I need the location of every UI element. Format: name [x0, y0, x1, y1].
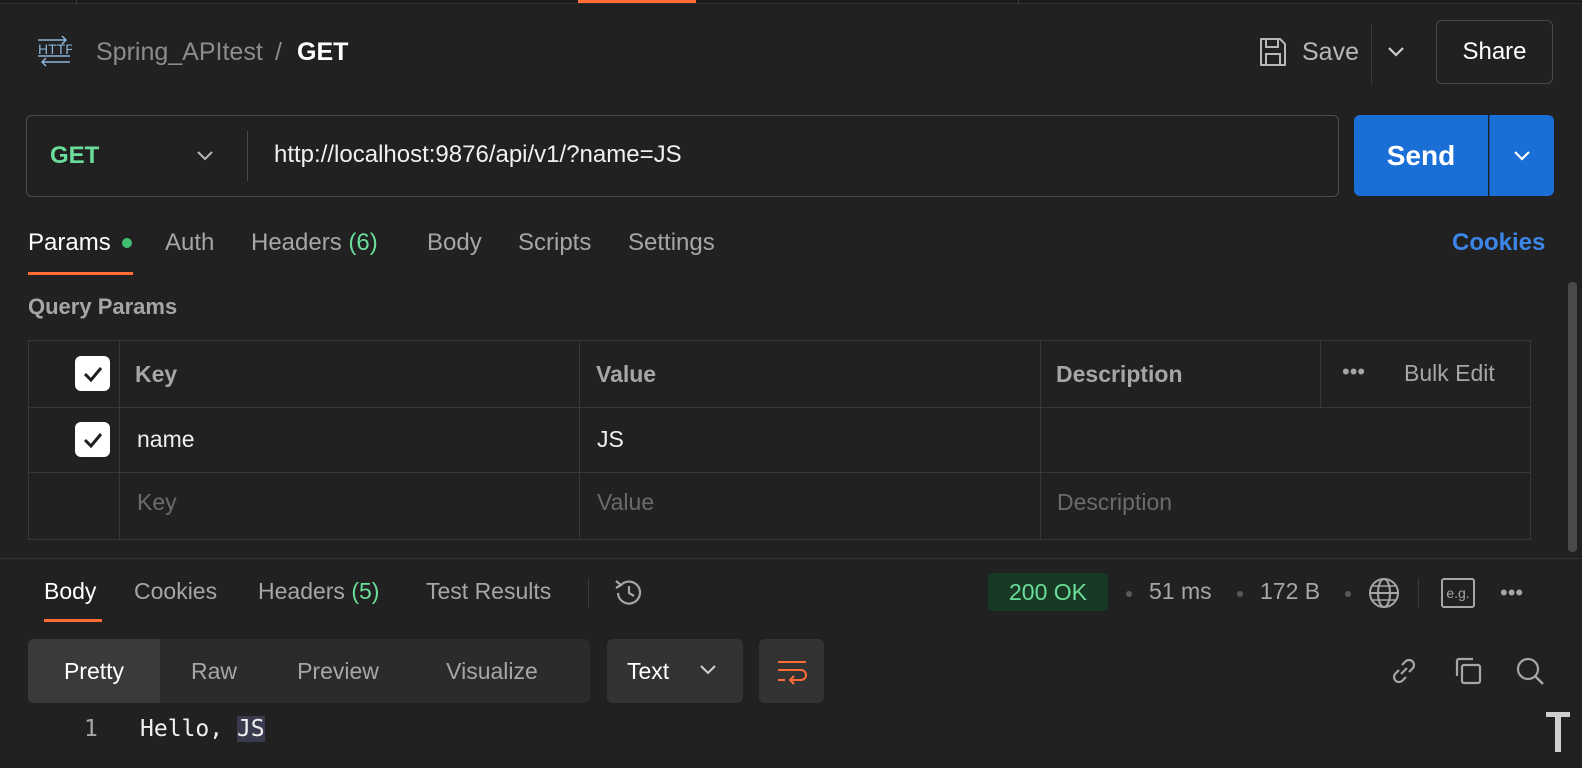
tab-params[interactable]: Params	[28, 229, 111, 257]
meta-separator-dot	[1345, 591, 1351, 597]
tab-body[interactable]: Body	[427, 229, 482, 257]
meta-separator-dot	[1126, 591, 1132, 597]
wrap-lines-icon	[777, 661, 807, 685]
select-all-checkbox[interactable]	[75, 356, 110, 391]
tab-settings[interactable]: Settings	[628, 229, 715, 257]
format-select[interactable]: Text	[607, 639, 743, 703]
format-select-label: Text	[627, 657, 670, 684]
wrap-lines-button[interactable]	[759, 639, 824, 703]
save-divider	[1371, 24, 1372, 84]
row-divider	[29, 407, 1530, 408]
cookies-link[interactable]: Cookies	[1452, 229, 1545, 257]
response-size[interactable]: 172 B	[1260, 578, 1320, 605]
pane-divider[interactable]	[0, 558, 1582, 559]
breadcrumb-separator: /	[275, 38, 282, 66]
new-param-value-input[interactable]: Value	[597, 489, 654, 516]
view-mode-pretty[interactable]: Pretty	[28, 639, 160, 703]
col-divider	[1320, 341, 1321, 407]
param-key-input[interactable]: name	[137, 426, 195, 453]
code-text: Hello,	[140, 716, 237, 742]
row-divider	[29, 472, 1530, 473]
tab-divider	[76, 0, 77, 4]
tab-headers[interactable]: Headers (6)	[251, 229, 378, 257]
new-param-description-input[interactable]: Description	[1057, 489, 1172, 516]
top-tab-strip	[0, 0, 1582, 4]
meta-separator	[1418, 578, 1419, 608]
search-icon[interactable]	[1513, 654, 1547, 688]
params-active-dot	[122, 238, 132, 248]
text-cursor-icon	[1546, 712, 1570, 752]
tab-separator	[588, 578, 589, 608]
share-button[interactable]: Share	[1436, 20, 1553, 84]
response-headers-count: (5)	[351, 578, 380, 604]
tab-headers-label: Headers	[251, 229, 342, 256]
http-icon-label: HTTP	[38, 41, 72, 57]
col-divider	[119, 341, 120, 539]
http-request-icon: HTTP	[38, 35, 72, 67]
line-number: 1	[84, 716, 98, 742]
response-tab-headers[interactable]: Headers (5)	[258, 578, 379, 605]
history-icon[interactable]	[612, 576, 646, 610]
request-pane-scrollbar[interactable]	[1568, 282, 1577, 552]
param-enabled-checkbox[interactable]	[75, 422, 110, 457]
url-divider	[247, 131, 248, 181]
response-tab-test-results[interactable]: Test Results	[426, 578, 551, 605]
chevron-down-icon[interactable]	[193, 144, 217, 168]
code-highlight: JS	[236, 716, 265, 742]
bulk-edit-button[interactable]: Bulk Edit	[1404, 360, 1495, 387]
send-button[interactable]: Send	[1354, 115, 1488, 196]
view-mode-visualize[interactable]: Visualize	[408, 639, 576, 703]
query-params-table: Key Value Description ••• Bulk Edit name…	[28, 340, 1531, 540]
response-tab-headers-label: Headers	[258, 578, 345, 604]
method-select[interactable]: GET	[50, 142, 99, 170]
globe-icon[interactable]	[1367, 576, 1401, 610]
column-header-key: Key	[135, 361, 178, 387]
meta-separator-dot	[1237, 591, 1243, 597]
response-code-line[interactable]: Hello, JS	[140, 716, 265, 742]
url-bar	[26, 115, 1339, 197]
tab-scripts[interactable]: Scripts	[518, 229, 591, 257]
response-tab-cookies[interactable]: Cookies	[134, 578, 217, 605]
column-header-value: Value	[596, 361, 657, 387]
view-mode-raw[interactable]: Raw	[160, 639, 268, 703]
tab-active-underline	[28, 272, 133, 275]
copy-icon[interactable]	[1451, 654, 1485, 688]
tab-auth[interactable]: Auth	[165, 229, 214, 257]
url-input[interactable]: http://localhost:9876/api/v1/?name=JS	[274, 141, 682, 169]
response-time[interactable]: 51 ms	[1149, 578, 1212, 605]
example-icon[interactable]: e.g.	[1441, 578, 1475, 608]
chevron-down-icon	[1514, 150, 1530, 161]
col-divider	[579, 341, 580, 539]
response-tab-body[interactable]: Body	[44, 578, 96, 605]
view-mode-preview[interactable]: Preview	[268, 639, 408, 703]
column-header-description: Description	[1056, 361, 1183, 387]
query-params-title: Query Params	[28, 294, 178, 319]
param-value-input[interactable]: JS	[597, 426, 624, 453]
new-param-key-input[interactable]: Key	[137, 489, 177, 516]
send-options-button[interactable]	[1489, 115, 1554, 196]
link-icon[interactable]	[1387, 654, 1421, 688]
status-badge[interactable]: 200 OK	[988, 573, 1108, 611]
breadcrumb-collection[interactable]: Spring_APItest	[96, 38, 263, 67]
check-icon	[83, 432, 102, 448]
check-icon	[83, 366, 102, 382]
tab-divider	[1018, 0, 1019, 4]
more-options-icon[interactable]: •••	[1342, 359, 1365, 385]
save-button[interactable]: Save	[1302, 38, 1359, 67]
save-icon[interactable]	[1258, 36, 1288, 68]
breadcrumb-request-name[interactable]: GET	[297, 38, 348, 67]
headers-count: (6)	[348, 229, 378, 256]
chevron-down-icon	[700, 665, 716, 675]
tab-active-underline	[44, 619, 102, 622]
chevron-down-icon[interactable]	[1384, 40, 1408, 64]
col-divider	[1040, 341, 1041, 539]
active-tab-indicator	[578, 0, 696, 3]
more-options-icon[interactable]: •••	[1500, 580, 1523, 606]
view-mode-segment: Pretty Raw Preview Visualize	[28, 639, 590, 703]
